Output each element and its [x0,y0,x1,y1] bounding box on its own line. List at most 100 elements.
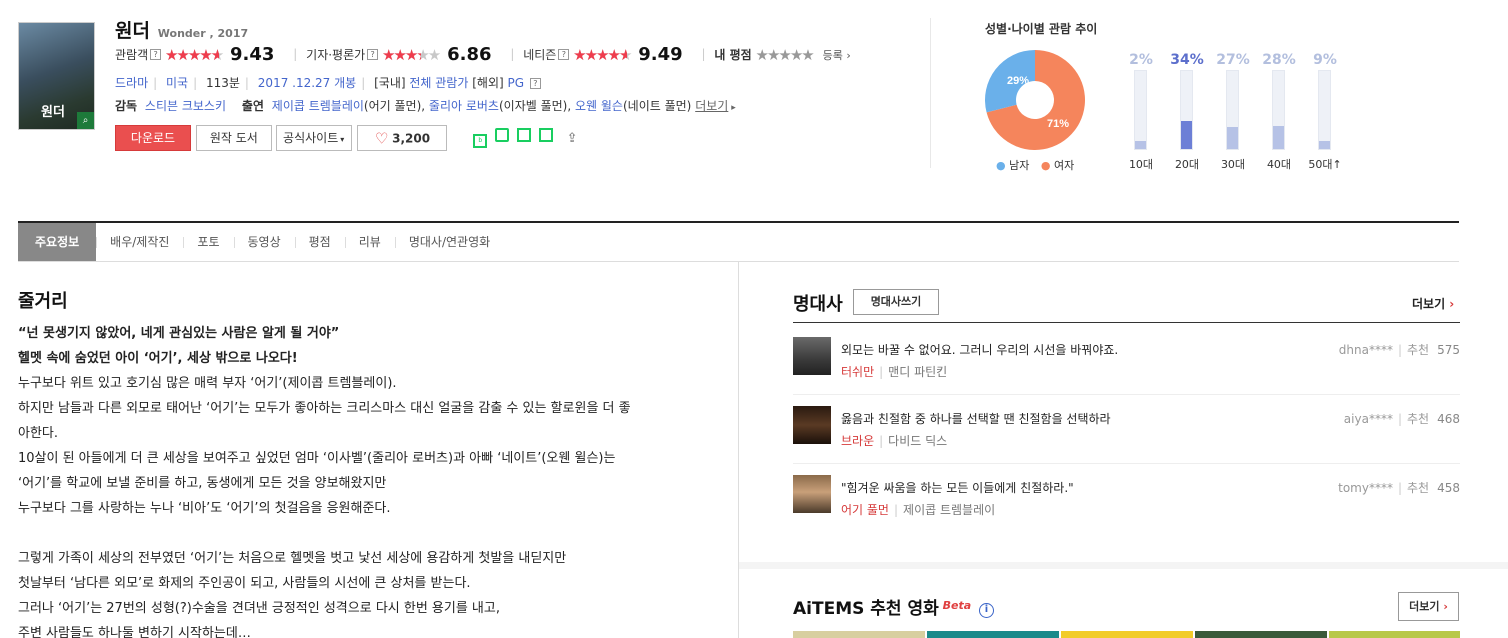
demographics-title: 성별·나이별 관람 추이 [985,22,1098,36]
age-column-3: 28% 40대 [1259,52,1299,171]
plot-tagline-2: 헬멧 속에 숨었던 아이 ‘어기’, 세상 밖으로 나오다! [18,351,298,366]
tab-photo[interactable]: 포토 [183,223,233,261]
age-label: 30대 [1220,158,1246,171]
director-link[interactable]: 스티븐 크보스키 [145,99,226,113]
netizen-stars-fill: ★★★★★ [573,46,628,63]
official-site-button[interactable]: 공식사이트 ▾ [275,125,352,151]
talk-share-icon[interactable] [495,128,510,142]
netizen-rating[interactable]: 네티즌? ★★★★★ ★★★★★ 9.49 [523,44,696,65]
register-rating-link[interactable]: 등록 › [823,49,851,62]
blog-share-icon[interactable]: b [473,134,488,148]
male-legend-label: 남자 [1009,159,1030,172]
female-dot: ● [1040,159,1051,172]
runtime: 113분 [205,76,240,90]
tab-main-info[interactable]: 주요정보 [18,223,97,261]
plot-tagline-1: “넌 못생기지 않았어, 네게 관심있는 사람은 알게 될 거야” [18,326,340,341]
band-share-icon[interactable] [538,128,553,142]
recommend-label[interactable]: 추천 [1407,412,1429,426]
tab-rating[interactable]: 평점 [294,223,345,261]
actor-photo[interactable] [793,475,831,513]
plot-line: 그러나 ‘어기’는 27번의 성형(?)수술을 견뎌낸 긍정적인 성격으로 다시… [18,601,500,616]
age-column-1: 34% 20대 [1167,52,1207,171]
audience-stars-fill: ★★★★★ [164,46,219,63]
chevron-right-icon: › [1439,600,1448,613]
content-divider [738,262,739,638]
share-icon[interactable]: ⇪ [567,131,578,146]
recommend-label[interactable]: 추천 [1407,343,1429,357]
netizen-stars: ★★★★★ ★★★★★ [573,45,632,64]
age-bar-track [1134,70,1147,150]
cast-link-2[interactable]: 줄리아 로버츠 [429,99,499,113]
help-icon[interactable]: ? [529,78,541,89]
plot-line: 누구보다 위트 있고 호기심 많은 매력 부자 ‘어기’(제이콥 트렘블레이). [18,376,397,391]
character-link[interactable]: 어기 풀먼 [841,503,889,517]
actor-photo[interactable] [793,337,831,375]
cast-link-1[interactable]: 제이콥 트렘블레이 [272,99,364,113]
divider-vertical [930,18,931,168]
cast-more-link[interactable]: 더보기 [695,99,728,113]
my-rating-stars[interactable]: ★★★★★ [756,47,815,63]
actor-link[interactable]: 다비드 딕스 [888,434,947,448]
cast-role-2: (이자벨 풀먼) [498,99,568,113]
help-icon[interactable]: ? [367,49,379,60]
tab-review[interactable]: 리뷰 [344,223,395,261]
plot-line: ‘어기’를 학교에 보낼 준비를 하고, 동생에게 모든 것을 양보해왔지만 [18,476,387,491]
critic-stars: ★★★★★★★★★★ [382,45,441,64]
plot-line [18,521,728,546]
actor-photo[interactable] [793,406,831,444]
credits-row: 감독 스티븐 크보스키 출연 제이콥 트렘블레이(어기 풀먼), 줄리아 로버츠… [115,99,736,113]
critic-rating[interactable]: 기자·평론가? ★★★★★★★★★★ 6.86 [306,44,505,65]
book-button[interactable]: 원작 도서 [195,125,272,151]
movie-subtitle: Wonder , 2017 [157,27,249,40]
bookmark-share-icon[interactable] [516,128,531,142]
poster-title: 원더 [41,105,65,120]
cast-link-3[interactable]: 오웬 윌슨 [575,99,623,113]
character-link[interactable]: 터쉬만 [841,365,874,379]
aitems-separator [739,562,1508,569]
age-pct-label: 9% [1313,52,1337,68]
quote-item: "힘겨운 싸움을 하는 모든 이들에게 친절하라." 어기 풀먼 | 제이콥 트렘블… [793,475,1460,535]
movie-poster[interactable]: 원더 ⌕ [18,22,95,130]
actor-link[interactable]: 맨디 파틴킨 [888,365,947,379]
tab-cast-crew[interactable]: 배우/제작진 [96,223,183,261]
info-icon[interactable]: i [978,603,994,618]
overseas-rating-link[interactable]: PG [508,76,525,90]
quotes-more-link[interactable]: 더보기 › [1412,295,1454,312]
release-date-link[interactable]: 2017 .12.27 개봉 [258,76,356,90]
character-link[interactable]: 브라운 [841,434,874,448]
aitems-more-button[interactable]: 더보기 › [1398,592,1459,621]
age-column-0: 2% 10대 [1121,52,1161,171]
poster-thumb[interactable] [1195,631,1327,638]
quote-user: tomy**** [1338,481,1393,495]
quote-text: 옳음과 친절함 중 하나를 선택할 땐 친절함을 선택하라 [841,412,1111,426]
age-bar [1319,141,1330,149]
beta-badge: Beta [942,599,972,612]
overseas-label: [해외] [472,76,504,90]
audience-rating[interactable]: 관람객? ★★★★★ ★★★★★ 9.43 [115,44,288,65]
poster-thumb[interactable] [927,631,1059,638]
like-button[interactable]: ♡ 3,200 [357,125,448,151]
recommend-label[interactable]: 추천 [1407,481,1429,495]
zoom-icon[interactable]: ⌕ [77,112,94,129]
poster-thumb[interactable] [793,631,925,638]
tab-quotes-related[interactable]: 명대사/연관영화 [394,223,504,261]
poster-thumb[interactable] [1061,631,1193,638]
country-link[interactable]: 미국 [166,76,188,90]
share-icons: b ⇪ [473,128,578,148]
quote-row-divider [793,463,1460,464]
quote-text: 외모는 바꿀 수 없어요. 그러니 우리의 시선을 바꿔야죠. [841,343,1119,357]
write-quote-button[interactable]: 명대사쓰기 [853,289,939,315]
plot-section: 줄거리 “넌 못생기지 않았어, 네게 관심있는 사람은 알게 될 거야” 헬멧… [18,287,728,638]
domestic-rating-link[interactable]: 전체 관람가 [409,76,468,90]
cast-label: 출연 [241,99,264,113]
tab-video[interactable]: 동영상 [233,223,295,261]
poster-thumb[interactable] [1329,631,1460,638]
female-legend-label: 여자 [1053,159,1075,172]
help-icon[interactable]: ? [558,49,570,60]
genre-link[interactable]: 드라마 [115,76,148,90]
plot-heading: 줄거리 [18,291,68,312]
quotes-divider [793,322,1460,323]
download-button[interactable]: 다운로드 [115,125,191,151]
actor-link[interactable]: 제이콥 트렘블레이 [903,503,995,517]
help-icon[interactable]: ? [150,49,162,60]
